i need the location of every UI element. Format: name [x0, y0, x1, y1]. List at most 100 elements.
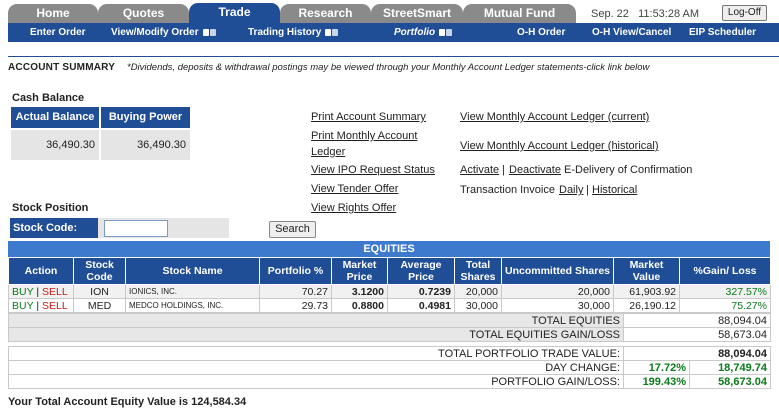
- ipo-request-status-link[interactable]: View IPO Request Status: [311, 164, 435, 176]
- uncommitted-shares-cell: 30,000: [501, 298, 614, 313]
- invoice-historical-link[interactable]: Historical: [592, 184, 637, 196]
- equities-table: Action Stock Code Stock Name Portfolio %…: [8, 257, 771, 313]
- table-row: BUY | SELL MED MEDCO HOLDINGS, INC. 29.7…: [8, 298, 771, 313]
- subnav-trading-history-label: Trading History: [248, 27, 322, 38]
- total-shares-cell: 20,000: [454, 284, 502, 299]
- total-equities-gain-row: TOTAL EQUITIES GAIN/LOSS 58,673.04: [8, 327, 771, 342]
- day-change-pct: 17.72%: [623, 360, 690, 375]
- stock-code-label: Stock Code:: [10, 218, 98, 238]
- buy-link[interactable]: BUY: [12, 300, 33, 312]
- tab-streetsmart[interactable]: StreetSmart: [371, 4, 463, 23]
- subnav-portfolio[interactable]: Portfolio: [394, 27, 453, 39]
- stock-code-input[interactable]: [104, 220, 168, 237]
- print-monthly-ledger-link[interactable]: Print Monthly Account: [311, 130, 417, 142]
- buy-link[interactable]: BUY: [12, 286, 33, 298]
- divider: [8, 56, 779, 57]
- portfolio-trade-value-label: TOTAL PORTFOLIO TRADE VALUE:: [8, 346, 624, 361]
- col-portfolio-pct: Portfolio %: [259, 257, 332, 285]
- total-shares-cell: 30,000: [454, 298, 502, 313]
- tab-trade[interactable]: Trade: [189, 3, 280, 23]
- subnav-view-modify-order[interactable]: View/Modify Order: [111, 27, 217, 39]
- col-action: Action: [8, 257, 74, 285]
- trade-subnav: Enter Order View/Modify Order Trading Hi…: [8, 23, 779, 42]
- print-account-summary-link[interactable]: Print Account Summary: [311, 111, 426, 123]
- tab-research[interactable]: Research: [280, 4, 371, 23]
- print-monthly-ledger-link-line2[interactable]: Ledger: [311, 146, 345, 158]
- deactivate-edelivery-link[interactable]: Deactivate: [509, 164, 561, 176]
- actual-balance-value: 36,490.30: [11, 130, 99, 160]
- portfolio-pct-cell: 29.73: [259, 298, 332, 313]
- equities-banner: EQUITIES: [8, 241, 770, 257]
- main-tab-bar: Home Quotes Trade Research StreetSmart M…: [0, 0, 779, 23]
- portfolio-gain-pct: 199.43%: [623, 374, 690, 389]
- gain-loss-cell: 75.27%: [679, 298, 771, 313]
- tab-home[interactable]: Home: [8, 4, 98, 23]
- stock-code-cell[interactable]: MED: [73, 298, 126, 313]
- edelivery-label: E-Delivery of Confirmation: [564, 164, 693, 176]
- stock-name-cell: IONICS, INC.: [125, 284, 260, 299]
- market-value-cell: 61,903.92: [613, 284, 680, 299]
- tab-mutual-fund[interactable]: Mutual Fund: [463, 4, 576, 23]
- stock-position-label: Stock Position: [12, 202, 89, 214]
- subnav-view-modify-order-label: View/Modify Order: [111, 27, 199, 38]
- total-account-equity: Your Total Account Equity Value is 124,5…: [8, 396, 247, 408]
- document-icon: [439, 28, 453, 39]
- col-gain-loss: %Gain/ Loss: [679, 257, 771, 285]
- invoice-daily-link[interactable]: Daily: [559, 184, 583, 196]
- ledger-historical-link[interactable]: View Monthly Account Ledger (historical): [460, 140, 659, 152]
- sell-link[interactable]: SELL: [42, 300, 68, 312]
- equities-header-row: Action Stock Code Stock Name Portfolio %…: [8, 257, 771, 285]
- pipe-separator: |: [502, 164, 505, 176]
- subnav-oh-view-cancel[interactable]: O-H View/Cancel: [592, 27, 671, 38]
- table-row: BUY | SELL ION IONICS, INC. 70.27 3.1200…: [8, 284, 771, 299]
- total-equities-gain-label: TOTAL EQUITIES GAIN/LOSS: [8, 327, 624, 342]
- market-price-cell: 0.8800: [331, 298, 388, 313]
- stock-code-cell[interactable]: ION: [73, 284, 126, 299]
- gain-loss-cell: 327.57%: [679, 284, 771, 299]
- portfolio-totals-table: TOTAL PORTFOLIO TRADE VALUE: 88,094.04 D…: [8, 346, 771, 389]
- day-change-row: DAY CHANGE: 17.72% 18,749.74: [8, 360, 771, 375]
- buying-power-value: 36,490.30: [101, 130, 190, 160]
- subnav-trading-history[interactable]: Trading History: [248, 27, 339, 39]
- sell-link[interactable]: SELL: [42, 286, 68, 298]
- equities-totals-table: TOTAL EQUITIES 88,094.04 TOTAL EQUITIES …: [8, 313, 771, 342]
- cash-balance-label: Cash Balance: [12, 92, 85, 104]
- transaction-invoice-label: Transaction Invoice: [460, 184, 555, 196]
- market-price-cell: 3.1200: [331, 284, 388, 299]
- current-datetime: Sep. 22 11:53:28 AM: [591, 8, 700, 20]
- tab-quotes[interactable]: Quotes: [98, 4, 189, 23]
- col-market-price: Market Price: [331, 257, 388, 285]
- col-average-price: Average Price: [387, 257, 455, 285]
- average-price-cell: 0.7239: [387, 284, 455, 299]
- subnav-portfolio-label: Portfolio: [394, 27, 436, 38]
- market-value-cell: 26,190.12: [613, 298, 680, 313]
- action-cell: BUY | SELL: [8, 298, 74, 313]
- portfolio-gain-value: 58,673.04: [689, 374, 771, 389]
- action-cell: BUY | SELL: [8, 284, 74, 299]
- day-change-value: 18,749.74: [689, 360, 771, 375]
- activate-edelivery-link[interactable]: Activate: [460, 164, 499, 176]
- portfolio-trade-value-row: TOTAL PORTFOLIO TRADE VALUE: 88,094.04: [8, 346, 771, 361]
- subnav-oh-order[interactable]: O-H Order: [517, 27, 565, 38]
- uncommitted-shares-cell: 20,000: [501, 284, 614, 299]
- logoff-button[interactable]: Log-Off: [722, 5, 767, 21]
- average-price-cell: 0.4981: [387, 298, 455, 313]
- col-total-shares: Total Shares: [454, 257, 502, 285]
- total-equities-row: TOTAL EQUITIES 88,094.04: [8, 313, 771, 328]
- document-icon: [325, 28, 339, 39]
- ledger-current-link[interactable]: View Monthly Account Ledger (current): [460, 111, 649, 123]
- portfolio-trade-value: 88,094.04: [623, 346, 771, 361]
- subnav-eip-scheduler[interactable]: EIP Scheduler: [689, 27, 756, 38]
- tender-offer-link[interactable]: View Tender Offer: [311, 183, 398, 195]
- subnav-enter-order[interactable]: Enter Order: [30, 27, 86, 38]
- account-summary-title: ACCOUNT SUMMARY: [8, 62, 116, 73]
- total-equities-value: 88,094.04: [623, 313, 771, 328]
- rights-offer-link[interactable]: View Rights Offer: [311, 202, 396, 214]
- pipe-separator: |: [586, 184, 589, 196]
- portfolio-pct-cell: 70.27: [259, 284, 332, 299]
- search-button[interactable]: Search: [269, 221, 316, 238]
- total-equities-label: TOTAL EQUITIES: [8, 313, 624, 328]
- stock-name-cell: MEDCO HOLDINGS, INC.: [125, 298, 260, 313]
- actual-balance-header: Actual Balance: [11, 107, 99, 128]
- col-uncommitted-shares: Uncommitted Shares: [501, 257, 614, 285]
